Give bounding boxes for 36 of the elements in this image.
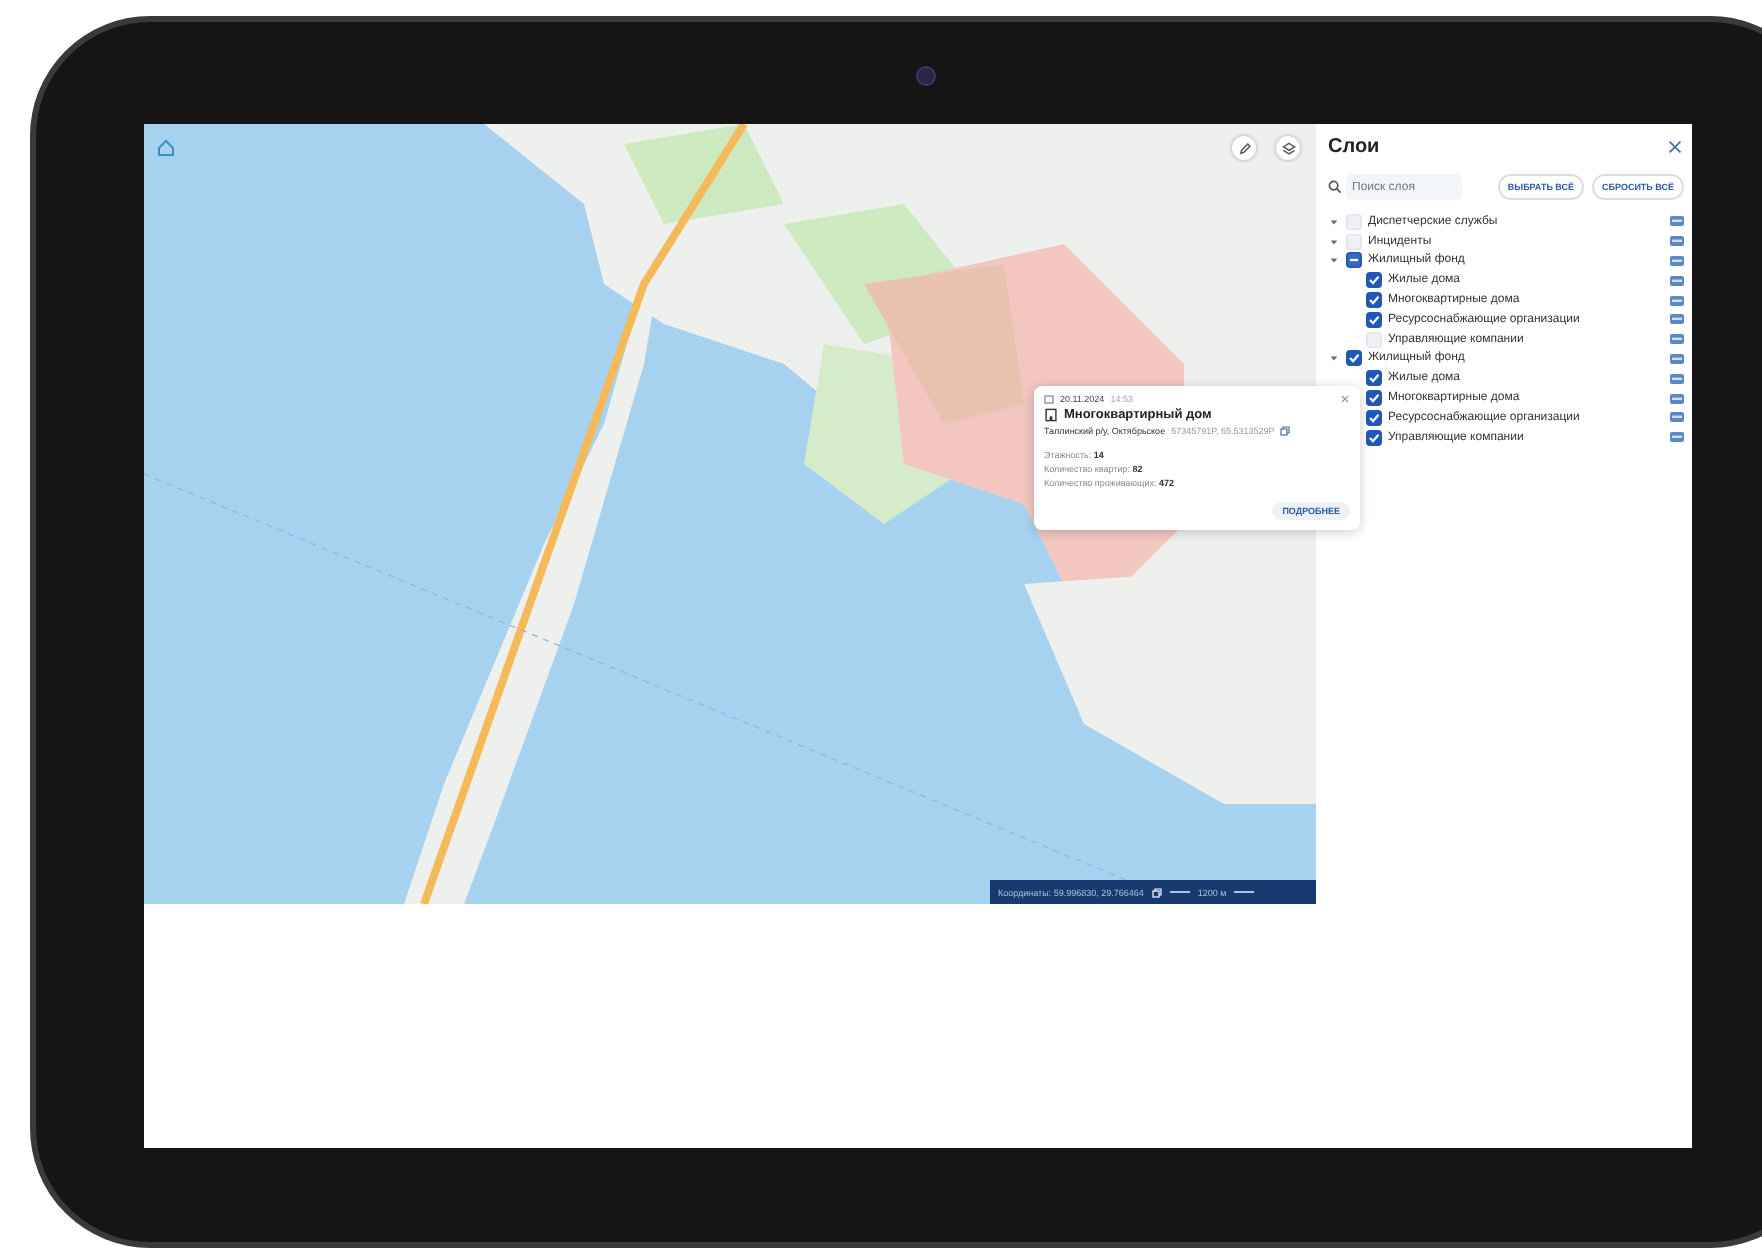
layer-icon[interactable] <box>1670 255 1684 266</box>
layer-icon[interactable] <box>1670 275 1684 286</box>
layer-icon[interactable] <box>1670 412 1684 423</box>
checkbox[interactable] <box>1366 409 1382 426</box>
panel-title: Слои <box>1328 136 1380 158</box>
caret-icon[interactable] <box>1328 256 1340 265</box>
layer-icon[interactable] <box>1670 334 1684 345</box>
caret-icon[interactable] <box>1328 237 1340 246</box>
scale-line-icon <box>1169 890 1190 894</box>
camera-dot <box>916 66 936 86</box>
layer-icon[interactable] <box>1670 393 1684 404</box>
copy-icon[interactable] <box>1280 426 1291 436</box>
caret-icon[interactable] <box>1328 217 1340 226</box>
checkbox[interactable] <box>1366 311 1382 328</box>
checkbox[interactable] <box>1346 350 1362 367</box>
caret-icon[interactable] <box>1328 354 1340 363</box>
close-icon[interactable] <box>1340 394 1350 404</box>
checkbox[interactable] <box>1366 272 1382 289</box>
layer-icon[interactable] <box>1670 353 1684 364</box>
checkbox[interactable] <box>1366 292 1382 309</box>
scale-line-icon <box>1234 890 1255 894</box>
checkbox[interactable] <box>1366 429 1382 446</box>
checkbox[interactable] <box>1366 370 1382 387</box>
close-icon[interactable] <box>1666 138 1684 156</box>
checkbox[interactable] <box>1346 252 1362 269</box>
layer-icon[interactable] <box>1670 314 1684 325</box>
layer-icon[interactable] <box>1670 373 1684 384</box>
layer-icon[interactable] <box>1670 236 1684 247</box>
building-icon <box>1044 408 1058 422</box>
search-icon <box>1328 180 1342 194</box>
layer-icon[interactable] <box>1670 295 1684 306</box>
layer-icon[interactable] <box>1670 432 1684 443</box>
checkbox[interactable] <box>1366 390 1382 407</box>
home-icon[interactable] <box>156 138 176 158</box>
calendar-icon <box>1044 394 1054 404</box>
layer-icon[interactable] <box>1670 216 1684 227</box>
